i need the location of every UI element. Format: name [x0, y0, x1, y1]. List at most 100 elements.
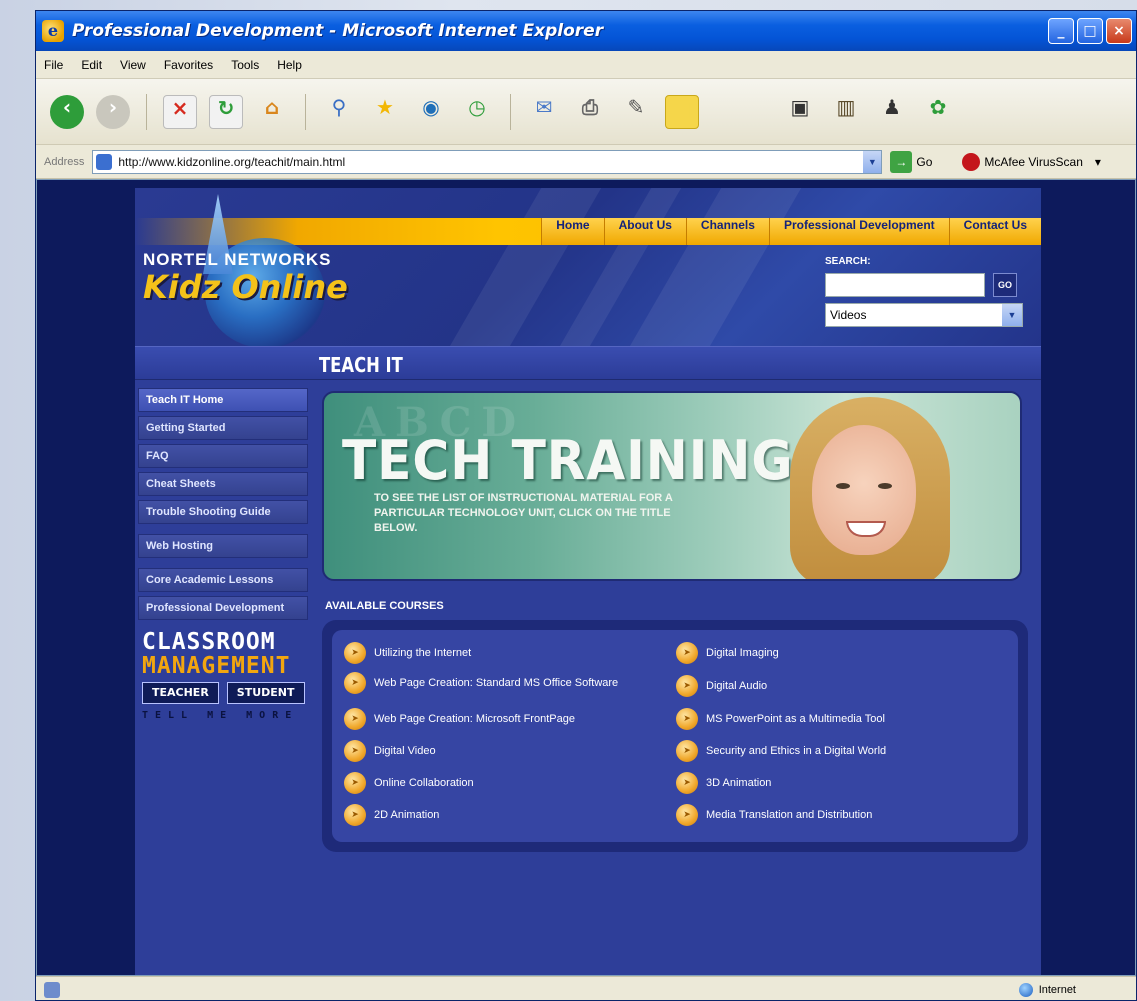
course-link[interactable]: ➤ MS PowerPoint as a Multimedia Tool [676, 708, 996, 730]
menu-favorites[interactable]: Favorites [164, 58, 213, 72]
maximize-button[interactable]: □ [1077, 18, 1103, 44]
course-link[interactable]: ➤ Online Collaboration [344, 772, 644, 794]
course-label[interactable]: Media Translation and Distribution [706, 808, 872, 822]
stop-icon[interactable]: × [163, 94, 197, 129]
arrow-bullet-icon: ➤ [676, 675, 698, 697]
select-dropdown-icon[interactable]: ▼ [1002, 304, 1022, 326]
search-box: SEARCH: GO Videos ▼ [825, 256, 1025, 327]
nav-professional-development[interactable]: Professional Development [768, 218, 949, 245]
course-label[interactable]: Web Page Creation: Standard MS Office So… [374, 676, 618, 690]
msn-butterfly-icon[interactable]: ✿ [921, 95, 955, 129]
messenger-icon[interactable]: ▥ [829, 95, 863, 129]
menu-edit[interactable]: Edit [81, 58, 102, 72]
mcafee-button[interactable]: McAfee VirusScan ▾ [962, 152, 1101, 171]
web-page: Home About Us Channels Professional Deve… [135, 188, 1041, 975]
course-link[interactable]: ➤ Digital Video [344, 740, 644, 762]
sidebar: Teach IT Home Getting Started FAQ Cheat … [138, 388, 308, 721]
logo-kidz-online: Kidz Online [143, 268, 348, 306]
sidebar-item-professional-development[interactable]: Professional Development [138, 596, 308, 620]
course-label[interactable]: 3D Animation [706, 776, 771, 790]
sidebar-item-teach-it-home[interactable]: Teach IT Home [138, 388, 308, 412]
classroom-management-promo[interactable]: CLASSROOM MANAGEMENT TEACHER STUDENT TEL… [138, 630, 308, 721]
edit-icon[interactable]: ✎ [619, 95, 653, 129]
sidebar-item-core-academic-lessons[interactable]: Core Academic Lessons [138, 568, 308, 592]
refresh-icon[interactable]: ↻ [209, 94, 243, 129]
go-button[interactable]: → Go [890, 150, 932, 173]
course-label[interactable]: Security and Ethics in a Digital World [706, 744, 886, 758]
nav-contact-us[interactable]: Contact Us [948, 218, 1041, 245]
title-bar[interactable]: e Professional Development - Microsoft I… [36, 11, 1136, 51]
menu-view[interactable]: View [120, 58, 146, 72]
course-label[interactable]: Utilizing the Internet [374, 646, 471, 660]
search-category-select[interactable]: Videos ▼ [825, 303, 1023, 327]
tell-me-more-link[interactable]: TELL ME MORE [142, 710, 308, 721]
student-photo [790, 397, 950, 579]
address-bar: Address http://www.kidzonline.org/teachi… [36, 145, 1136, 179]
research-icon[interactable]: ▣ [783, 95, 817, 129]
sidebar-item-getting-started[interactable]: Getting Started [138, 416, 308, 440]
print-icon[interactable]: ⎙ [573, 95, 607, 129]
address-url[interactable]: http://www.kidzonline.org/teachit/main.h… [118, 155, 345, 169]
course-link[interactable]: ➤ Web Page Creation: Microsoft FrontPage [344, 708, 644, 730]
courses-list: ➤ Utilizing the Internet ➤ Web Page Crea… [332, 630, 1018, 842]
back-icon[interactable]: ‹ [50, 94, 84, 129]
student-button[interactable]: STUDENT [226, 682, 305, 704]
course-link[interactable]: ➤ Digital Audio [676, 675, 996, 697]
menu-file[interactable]: File [44, 58, 63, 72]
logo-nortel: NORTEL NETWORKS [143, 250, 332, 269]
favorites-star-icon[interactable]: ★ [368, 95, 402, 129]
search-input[interactable] [825, 273, 985, 297]
sidebar-item-trouble-shooting-guide[interactable]: Trouble Shooting Guide [138, 500, 308, 524]
internet-globe-icon [1018, 982, 1033, 997]
browser-window: e Professional Development - Microsoft I… [35, 10, 1137, 1001]
mcafee-label: McAfee VirusScan [984, 154, 1083, 169]
course-link[interactable]: ➤ Digital Imaging [676, 642, 996, 664]
course-link[interactable]: ➤ Security and Ethics in a Digital World [676, 740, 996, 762]
home-icon[interactable]: ⌂ [255, 95, 289, 129]
msn-person-icon[interactable]: ♟ [875, 95, 909, 129]
nav-about-us[interactable]: About Us [603, 218, 686, 245]
course-label[interactable]: Online Collaboration [374, 776, 474, 790]
nav-home[interactable]: Home [541, 218, 604, 245]
management-title: MANAGEMENT [142, 653, 291, 679]
course-label[interactable]: Digital Video [374, 744, 436, 758]
search-go-button[interactable]: GO [993, 273, 1017, 297]
course-link[interactable]: ➤ Utilizing the Internet [344, 642, 644, 664]
menu-tools[interactable]: Tools [231, 58, 259, 72]
classroom-title: CLASSROOM [142, 629, 276, 655]
teacher-button[interactable]: TEACHER [142, 682, 219, 704]
menu-help[interactable]: Help [277, 58, 302, 72]
close-button[interactable]: × [1106, 18, 1132, 44]
course-link[interactable]: ➤ Web Page Creation: Standard MS Office … [344, 672, 644, 694]
media-icon[interactable]: ◉ [414, 95, 448, 129]
sidebar-item-web-hosting[interactable]: Web Hosting [138, 534, 308, 558]
address-dropdown-icon[interactable]: ▼ [863, 150, 882, 173]
course-link[interactable]: ➤ 2D Animation [344, 804, 644, 826]
course-link[interactable]: ➤ Media Translation and Distribution [676, 804, 996, 826]
sidebar-item-faq[interactable]: FAQ [138, 444, 308, 468]
security-zone: Internet [1018, 982, 1076, 997]
course-label[interactable]: Digital Audio [706, 679, 767, 693]
site-header: Home About Us Channels Professional Deve… [135, 188, 1041, 346]
mail-icon[interactable]: ✉ [527, 95, 561, 129]
nav-channels[interactable]: Channels [685, 218, 769, 245]
minimize-button[interactable]: _ [1048, 18, 1074, 44]
menu-bar: File Edit View Favorites Tools Help [36, 51, 1136, 79]
section-title: TEACH IT [319, 353, 403, 377]
sidebar-item-cheat-sheets[interactable]: Cheat Sheets [138, 472, 308, 496]
course-label[interactable]: 2D Animation [374, 808, 439, 822]
mcafee-dropdown-icon[interactable]: ▾ [1095, 155, 1101, 169]
site-logo[interactable]: NORTEL NETWORKS Kidz Online [143, 250, 348, 306]
forward-icon[interactable]: › [96, 94, 130, 129]
tech-training-banner: ABCD TECH TRAINING TO SEE THE LIST OF IN… [322, 391, 1022, 581]
arrow-bullet-icon: ➤ [344, 740, 366, 762]
course-link[interactable]: ➤ 3D Animation [676, 772, 996, 794]
search-label: SEARCH: [825, 256, 871, 267]
address-field[interactable]: http://www.kidzonline.org/teachit/main.h… [92, 149, 883, 174]
discuss-icon[interactable]: ■ [665, 94, 699, 129]
course-label[interactable]: MS PowerPoint as a Multimedia Tool [706, 712, 885, 726]
course-label[interactable]: Web Page Creation: Microsoft FrontPage [374, 712, 575, 726]
search-icon[interactable]: ⚲ [322, 95, 356, 129]
course-label[interactable]: Digital Imaging [706, 646, 779, 660]
history-icon[interactable]: ◷ [460, 95, 494, 129]
